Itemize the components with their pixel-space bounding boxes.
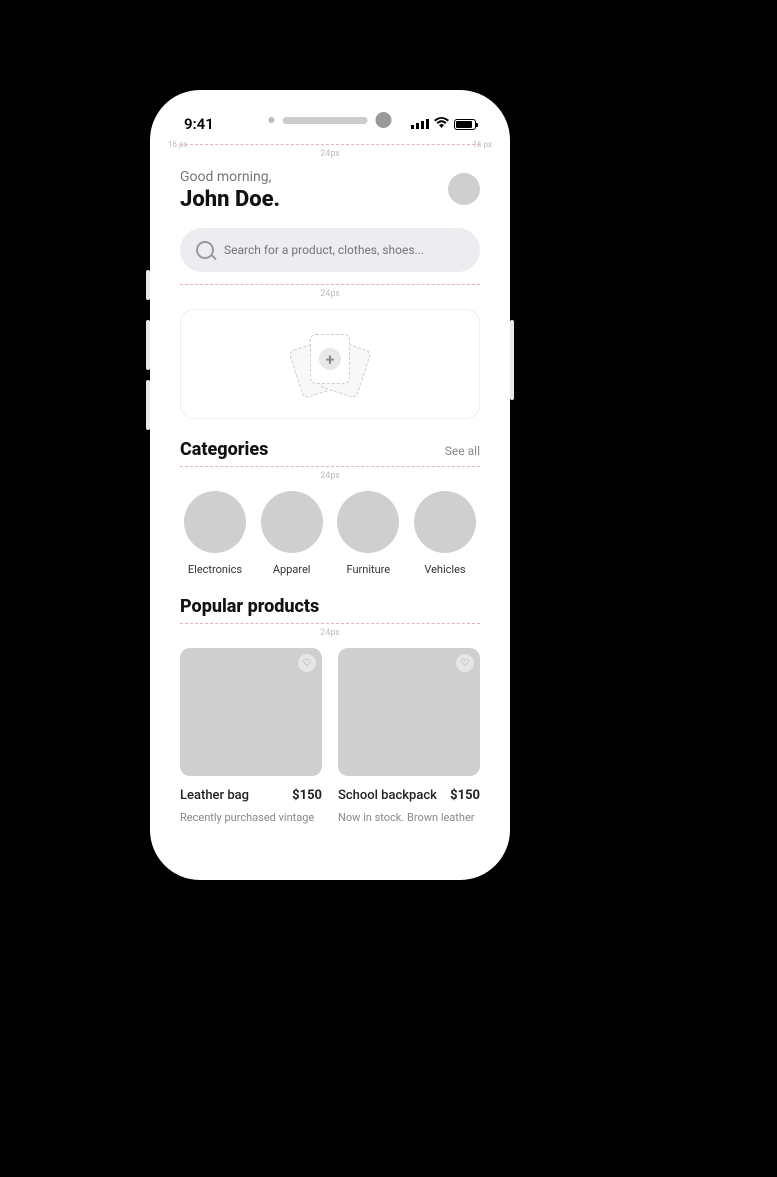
status-icons [411, 117, 476, 131]
category-image [261, 491, 323, 553]
search-icon [196, 241, 214, 259]
search-box[interactable] [180, 228, 480, 272]
avatar[interactable] [448, 173, 480, 205]
category-label: Vehicles [424, 563, 465, 576]
ruler-label: 24px [180, 149, 480, 159]
notch [269, 112, 392, 128]
see-all-link[interactable]: See all [445, 444, 480, 458]
category-label: Furniture [347, 563, 391, 576]
heart-icon[interactable]: ♡ [456, 654, 474, 672]
product-card[interactable]: ♡ Leather bag $150 Recently purchased vi… [180, 648, 322, 824]
ruler-label: 24px [180, 289, 480, 299]
categories-title: Categories [180, 439, 268, 460]
product-card[interactable]: ♡ School backpack $150 Now in stock. Bro… [338, 648, 480, 824]
category-image [337, 491, 399, 553]
phone-frame: 16 px 16 px 9:41 24px Good morning, [150, 90, 510, 880]
popular-title: Popular products [180, 596, 319, 617]
product-desc: Recently purchased vintage [180, 811, 322, 824]
status-time: 9:41 [184, 115, 214, 133]
category-label: Electronics [188, 563, 242, 576]
status-bar: 16 px 16 px 9:41 [164, 104, 496, 144]
plus-icon: + [319, 348, 341, 370]
category-label: Apparel [273, 563, 311, 576]
battery-icon [454, 119, 476, 130]
category-image [414, 491, 476, 553]
greeting-text: Good morning, [180, 169, 280, 185]
heart-icon[interactable]: ♡ [298, 654, 316, 672]
product-image: ♡ [180, 648, 322, 776]
banner-placeholder: + [295, 334, 365, 394]
ruler-label: 24px [180, 471, 480, 481]
ruler-label: 24px [180, 628, 480, 638]
banner-card[interactable]: + [180, 309, 480, 419]
category-item-furniture[interactable]: Furniture [333, 491, 403, 576]
product-image: ♡ [338, 648, 480, 776]
product-desc: Now in stock. Brown leather [338, 811, 480, 824]
signal-icon [411, 119, 429, 129]
category-item-electronics[interactable]: Electronics [180, 491, 250, 576]
wifi-icon [434, 117, 449, 131]
product-price: $150 [292, 788, 322, 803]
category-item-apparel[interactable]: Apparel [257, 491, 327, 576]
product-name: Leather bag [180, 788, 249, 803]
username-text: John Doe. [180, 187, 280, 212]
product-name: School backpack [338, 788, 437, 803]
product-price: $150 [450, 788, 480, 803]
category-item-vehicles[interactable]: Vehicles [410, 491, 480, 576]
screen: 16 px 16 px 9:41 24px Good morning, [164, 104, 496, 866]
search-input[interactable] [224, 243, 464, 257]
category-image [184, 491, 246, 553]
